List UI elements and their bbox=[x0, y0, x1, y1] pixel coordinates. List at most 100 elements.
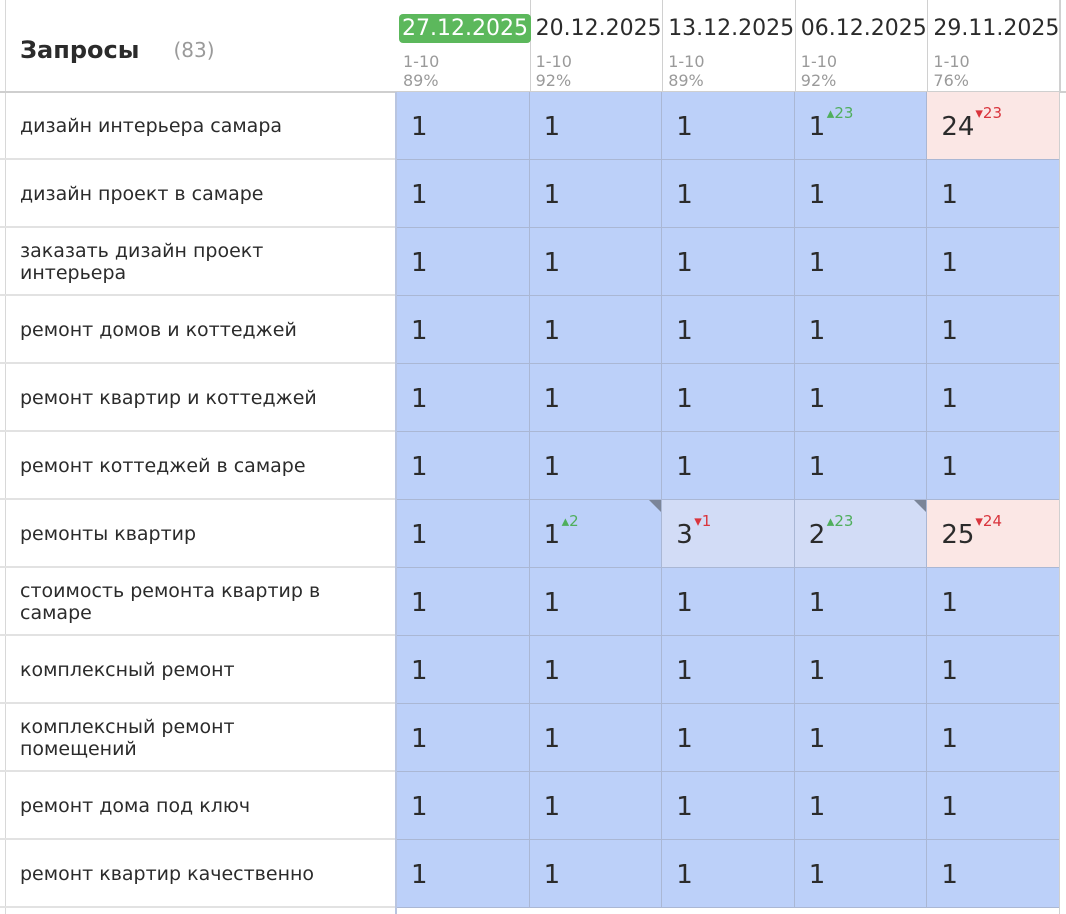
position-cell[interactable]: 1 bbox=[529, 364, 663, 432]
note-corner-icon[interactable] bbox=[914, 500, 927, 512]
query-label[interactable]: ремонт дома под ключ bbox=[20, 772, 340, 840]
query-label[interactable]: заказать дизайн проект интерьера bbox=[20, 228, 340, 296]
position-cell[interactable]: 1 bbox=[397, 432, 530, 500]
position-cell[interactable]: 1 bbox=[529, 568, 663, 636]
query-label[interactable]: комплексный ремонт bbox=[20, 636, 340, 704]
position-cell[interactable]: 1 bbox=[397, 160, 530, 228]
position-cell[interactable]: 1 bbox=[662, 296, 795, 364]
position-cell[interactable]: 1 bbox=[927, 228, 1060, 296]
query-label[interactable]: стоимость ремонта квартир в самаре bbox=[20, 568, 340, 636]
position-value: 1 bbox=[941, 656, 958, 686]
position-value: 1 bbox=[808, 792, 826, 822]
date-column-header[interactable]: 29.11.2025 1-10 76% bbox=[927, 0, 1061, 92]
query-label[interactable]: ремонт квартир и коттеджей bbox=[20, 364, 340, 432]
table-row: комплексный ремонт помещений 1 1 1 1 1 bbox=[0, 704, 1066, 772]
date-label-active[interactable]: 27.12.2025 bbox=[399, 14, 531, 43]
row-divider bbox=[0, 906, 396, 908]
position-cell[interactable]: 1 bbox=[397, 568, 530, 636]
position-cell[interactable]: 1 bbox=[662, 92, 795, 160]
position-cell[interactable]: 1 bbox=[529, 636, 663, 704]
date-stats: 1-10 92% bbox=[536, 52, 572, 90]
query-label[interactable]: ремонт коттеджей в самаре bbox=[20, 432, 340, 500]
date-column-header[interactable]: 27.12.2025 1-10 89% bbox=[397, 0, 531, 92]
position-cell[interactable]: 1 bbox=[794, 296, 928, 364]
position-cell[interactable]: 1 bbox=[927, 160, 1060, 228]
query-label[interactable]: дизайн интерьера самара bbox=[20, 92, 340, 160]
date-column-header[interactable]: 20.12.2025 1-10 92% bbox=[530, 0, 664, 92]
position-value: 1 bbox=[676, 112, 693, 142]
position-cell[interactable]: 1 bbox=[529, 296, 663, 364]
position-cell[interactable]: 1 bbox=[794, 772, 928, 840]
position-value: 1 bbox=[941, 860, 958, 890]
position-cell[interactable]: 1 bbox=[529, 228, 663, 296]
position-cell[interactable]: 1 bbox=[794, 568, 928, 636]
position-value: 1 bbox=[941, 316, 958, 346]
position-cell[interactable]: 1 bbox=[794, 432, 928, 500]
position-cell[interactable]: 1 bbox=[927, 568, 1060, 636]
position-cell[interactable]: 25 ▾24 bbox=[927, 500, 1060, 568]
position-cell[interactable]: 2 ▴23 bbox=[794, 500, 928, 568]
position-cell[interactable]: 1 bbox=[662, 704, 795, 772]
position-cell[interactable]: 1 bbox=[927, 772, 1060, 840]
position-cell[interactable]: 1 ▴23 bbox=[794, 92, 928, 160]
date-label[interactable]: 29.11.2025 bbox=[931, 14, 1061, 43]
date-label[interactable]: 06.12.2025 bbox=[799, 14, 929, 43]
position-cell[interactable]: 1 bbox=[794, 840, 928, 908]
position-cell[interactable]: 1 bbox=[529, 840, 663, 908]
position-value: 1 bbox=[411, 248, 428, 278]
position-cell[interactable]: 1 bbox=[927, 704, 1060, 772]
table-row: ремонт квартир качественно 1 1 1 1 1 bbox=[0, 840, 1066, 908]
position-cell[interactable]: 1 bbox=[397, 364, 530, 432]
position-value: 1 bbox=[676, 724, 693, 754]
query-label[interactable]: комплексный ремонт помещений bbox=[20, 704, 340, 772]
position-cell[interactable]: 1 bbox=[794, 636, 928, 704]
position-cell[interactable]: 1 bbox=[397, 500, 530, 568]
query-label[interactable]: ремонт домов и коттеджей bbox=[20, 296, 340, 364]
position-cell[interactable]: 1 bbox=[662, 568, 795, 636]
query-label[interactable]: ремонт квартир качественно bbox=[20, 840, 340, 908]
position-cell[interactable]: 1 bbox=[397, 772, 530, 840]
date-label[interactable]: 13.12.2025 bbox=[666, 14, 796, 43]
position-cell[interactable]: 1 bbox=[397, 228, 530, 296]
position-cell[interactable]: 1 bbox=[927, 296, 1060, 364]
position-cell[interactable]: 1 bbox=[397, 296, 530, 364]
query-label[interactable]: ремонты квартир bbox=[20, 500, 340, 568]
position-cell[interactable]: 1 bbox=[927, 364, 1060, 432]
date-column-header[interactable]: 06.12.2025 1-10 92% bbox=[795, 0, 929, 92]
position-cell[interactable]: 24 ▾23 bbox=[927, 92, 1060, 160]
position-cell[interactable]: 1 bbox=[397, 840, 530, 908]
note-corner-icon[interactable] bbox=[649, 500, 662, 512]
position-cell[interactable]: 1 bbox=[662, 160, 795, 228]
position-cell[interactable]: 1 bbox=[794, 364, 928, 432]
date-column-header[interactable]: 13.12.2025 1-10 89% bbox=[662, 0, 796, 92]
position-value: 2 bbox=[808, 520, 826, 550]
position-cell[interactable]: 1 bbox=[662, 432, 795, 500]
position-cell[interactable]: 1 bbox=[794, 228, 928, 296]
top-percent: 92% bbox=[535, 71, 572, 90]
date-label[interactable]: 20.12.2025 bbox=[534, 14, 664, 43]
position-cell[interactable]: 1 bbox=[927, 840, 1060, 908]
position-cell[interactable]: 1 bbox=[794, 704, 928, 772]
position-cell[interactable]: 1 bbox=[662, 364, 795, 432]
position-cell[interactable]: 1 bbox=[662, 228, 795, 296]
position-value: 1 bbox=[411, 112, 428, 142]
position-cell[interactable]: 1 bbox=[794, 160, 928, 228]
position-cell[interactable]: 1 bbox=[397, 636, 530, 704]
position-cell[interactable]: 1 bbox=[529, 160, 663, 228]
position-cell[interactable]: 3 ▾1 bbox=[662, 500, 795, 568]
position-value: 1 bbox=[808, 656, 826, 686]
position-cell[interactable]: 1 bbox=[662, 636, 795, 704]
position-cell[interactable]: 1 bbox=[927, 432, 1060, 500]
top-range: 1-10 bbox=[535, 52, 572, 71]
position-cell[interactable]: 1 bbox=[529, 92, 663, 160]
position-cell[interactable]: 1 bbox=[529, 772, 663, 840]
position-cell[interactable]: 1 ▴2 bbox=[529, 500, 663, 568]
position-cell[interactable]: 1 bbox=[662, 840, 795, 908]
position-cell[interactable]: 1 bbox=[529, 704, 663, 772]
query-label[interactable]: дизайн проект в самаре bbox=[20, 160, 340, 228]
position-cell[interactable]: 1 bbox=[529, 432, 663, 500]
position-cell[interactable]: 1 bbox=[397, 92, 530, 160]
position-cell[interactable]: 1 bbox=[927, 636, 1060, 704]
position-cell[interactable]: 1 bbox=[662, 772, 795, 840]
position-cell[interactable]: 1 bbox=[397, 704, 530, 772]
